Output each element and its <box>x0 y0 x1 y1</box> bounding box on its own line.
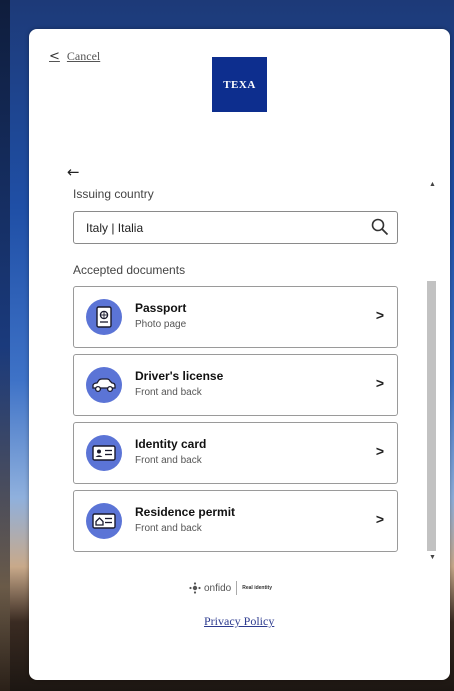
background-strip <box>0 0 10 691</box>
document-title: Passport <box>135 301 187 315</box>
document-option-residence-permit[interactable]: Residence permit Front and back > <box>73 490 398 552</box>
verification-card: < Cancel TEXA ← Issuing country Italy | … <box>29 29 450 680</box>
divider <box>236 581 238 595</box>
document-subtitle: Photo page <box>135 319 187 330</box>
document-title: Residence permit <box>135 505 236 519</box>
chevron-right-icon: > <box>375 443 384 459</box>
document-selection-area: Issuing country Italy | Italia Accepted … <box>73 179 413 559</box>
onfido-logo-icon <box>189 582 201 594</box>
issuing-country-label: Issuing country <box>73 187 154 201</box>
residence-permit-icon <box>86 503 122 539</box>
privacy-policy-link[interactable]: Privacy Policy <box>204 614 274 629</box>
id-card-icon <box>86 435 122 471</box>
document-option-passport[interactable]: Passport Photo page > <box>73 286 398 348</box>
document-option-identity-card[interactable]: Identity card Front and back > <box>73 422 398 484</box>
country-value: Italy | Italia <box>86 221 144 235</box>
scrollbar[interactable]: ▲ ▼ <box>427 181 436 561</box>
logo-text: TEXA <box>223 78 256 91</box>
chevron-right-icon: > <box>375 375 384 391</box>
chevron-left-icon: < <box>49 49 60 64</box>
document-subtitle: Front and back <box>135 387 202 398</box>
chevron-right-icon: > <box>375 307 384 323</box>
chevron-right-icon: > <box>375 511 384 527</box>
onfido-brand-name: onfido <box>204 582 232 594</box>
document-title: Driver's license <box>135 369 224 383</box>
document-subtitle: Front and back <box>135 523 202 534</box>
cancel-link[interactable]: < Cancel <box>49 49 100 64</box>
search-icon[interactable] <box>371 218 389 236</box>
texa-logo: TEXA <box>212 57 267 112</box>
onfido-tagline: Real identity <box>242 585 272 591</box>
document-title: Identity card <box>135 437 207 451</box>
cancel-label: Cancel <box>66 49 101 63</box>
document-option-drivers-license[interactable]: Driver's license Front and back > <box>73 354 398 416</box>
document-subtitle: Front and back <box>135 455 202 466</box>
country-search-field[interactable]: Italy | Italia <box>73 211 398 244</box>
scroll-down-icon[interactable]: ▼ <box>429 554 436 561</box>
scroll-up-icon[interactable]: ▲ <box>429 181 436 188</box>
onfido-branding: onfido Real identity <box>189 581 272 595</box>
passport-icon <box>86 299 122 335</box>
car-icon <box>86 367 122 403</box>
accepted-documents-label: Accepted documents <box>73 263 186 277</box>
scrollbar-thumb[interactable] <box>427 281 436 551</box>
